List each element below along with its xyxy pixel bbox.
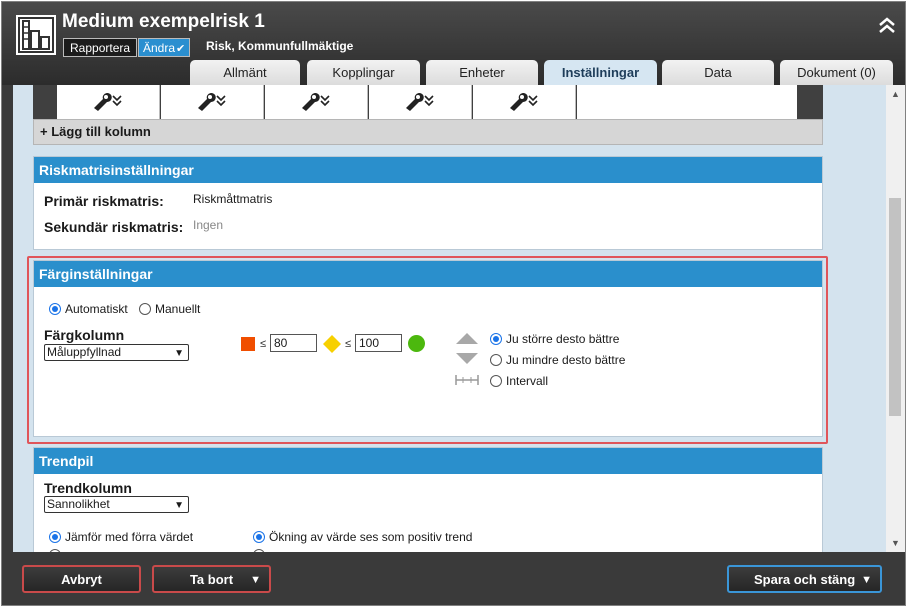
trend-column-label: Trendkolumn: [44, 480, 132, 496]
increase-positive-label: Ökning av värde ses som positiv trend: [269, 530, 473, 544]
compare-previous-label: Jämför med förra värdet: [65, 530, 194, 544]
caret-down-icon[interactable]: ▼: [861, 567, 872, 593]
cancel-button[interactable]: Avbryt: [22, 565, 141, 593]
chevron-down-icon: ▼: [174, 500, 184, 511]
trend-column-value: Sannolikhet: [47, 497, 110, 511]
scroll-down-icon[interactable]: ▼: [891, 538, 900, 548]
tab-allmant[interactable]: Allmänt: [190, 60, 300, 85]
change-button-label: Ändra: [143, 41, 176, 55]
increase-positive-option[interactable]: Ökning av värde ses som positiv trend: [253, 530, 472, 544]
report-button[interactable]: Rapportera: [63, 38, 138, 57]
compare-previous-radio[interactable]: [49, 531, 61, 543]
column-config-cell[interactable]: [265, 85, 368, 119]
trend-column-select[interactable]: Sannolikhet ▼: [44, 496, 189, 513]
tab-enheter[interactable]: Enheter: [426, 60, 538, 85]
secondary-matrix-label: Sekundär riskmatris:: [44, 219, 184, 235]
highlight-frame: [27, 256, 828, 444]
column-config-cell[interactable]: [161, 85, 264, 119]
wrench-chevron-icon: [94, 93, 122, 111]
compare-previous-option[interactable]: Jämför med förra värdet: [49, 530, 193, 544]
change-button[interactable]: Ändra✔: [138, 38, 191, 57]
settings-content: + Lägg till kolumn Riskmatrisinställning…: [13, 85, 886, 552]
scroll-up-icon[interactable]: ▲: [891, 89, 900, 99]
risk-logo-icon: [16, 15, 56, 55]
column-strip: [33, 85, 823, 119]
wrench-chevron-icon: [302, 93, 330, 111]
column-config-cell[interactable]: [473, 85, 576, 119]
primary-matrix-label: Primär riskmatris:: [44, 193, 164, 209]
wrench-chevron-icon: [406, 93, 434, 111]
delete-button-label: Ta bort: [189, 572, 234, 587]
page-subtitle: Risk, Kommunfullmäktige: [206, 39, 354, 53]
collapse-chevron-up-icon[interactable]: [878, 16, 896, 36]
column-config-cell[interactable]: [369, 85, 472, 119]
trend-heading: Trendpil: [34, 448, 822, 474]
increase-positive-radio[interactable]: [253, 531, 265, 543]
tab-dokument[interactable]: Dokument (0): [780, 60, 893, 85]
caret-down-icon[interactable]: ▼: [250, 567, 261, 593]
column-config-cell[interactable]: [57, 85, 160, 119]
save-close-button[interactable]: Spara och stäng ▼: [727, 565, 882, 593]
dialog-footer: Avbryt Ta bort ▼ Spara och stäng ▼: [2, 552, 905, 605]
riskmatrix-heading: Riskmatrisinställningar: [34, 157, 822, 183]
vertical-scrollbar[interactable]: ▲ ▼: [886, 85, 905, 552]
primary-matrix-value[interactable]: Riskmåttmatris: [193, 192, 272, 206]
delete-button[interactable]: Ta bort ▼: [152, 565, 271, 593]
dialog-header: Medium exempelrisk 1 Rapportera Ändra✔ R…: [2, 2, 905, 85]
risk-dialog: Medium exempelrisk 1 Rapportera Ändra✔ R…: [1, 1, 906, 606]
tab-data[interactable]: Data: [662, 60, 774, 85]
tab-installningar[interactable]: Inställningar: [544, 60, 657, 85]
add-column-button[interactable]: + Lägg till kolumn: [33, 119, 823, 145]
save-close-label: Spara och stäng: [754, 572, 856, 587]
tab-kopplingar[interactable]: Kopplingar: [307, 60, 420, 85]
checkmark-icon: ✔: [176, 43, 186, 55]
trend-panel: Trendpil Trendkolumn Sannolikhet ▼ Jämför…: [33, 447, 823, 552]
wrench-chevron-icon: [198, 93, 226, 111]
secondary-matrix-value[interactable]: Ingen: [193, 218, 223, 232]
wrench-chevron-icon: [510, 93, 538, 111]
scrollbar-thumb[interactable]: [889, 198, 901, 416]
page-title: Medium exempelrisk 1: [62, 11, 265, 32]
column-empty-cell: [577, 85, 797, 119]
riskmatrix-panel: Riskmatrisinställningar Primär riskmatri…: [33, 156, 823, 250]
